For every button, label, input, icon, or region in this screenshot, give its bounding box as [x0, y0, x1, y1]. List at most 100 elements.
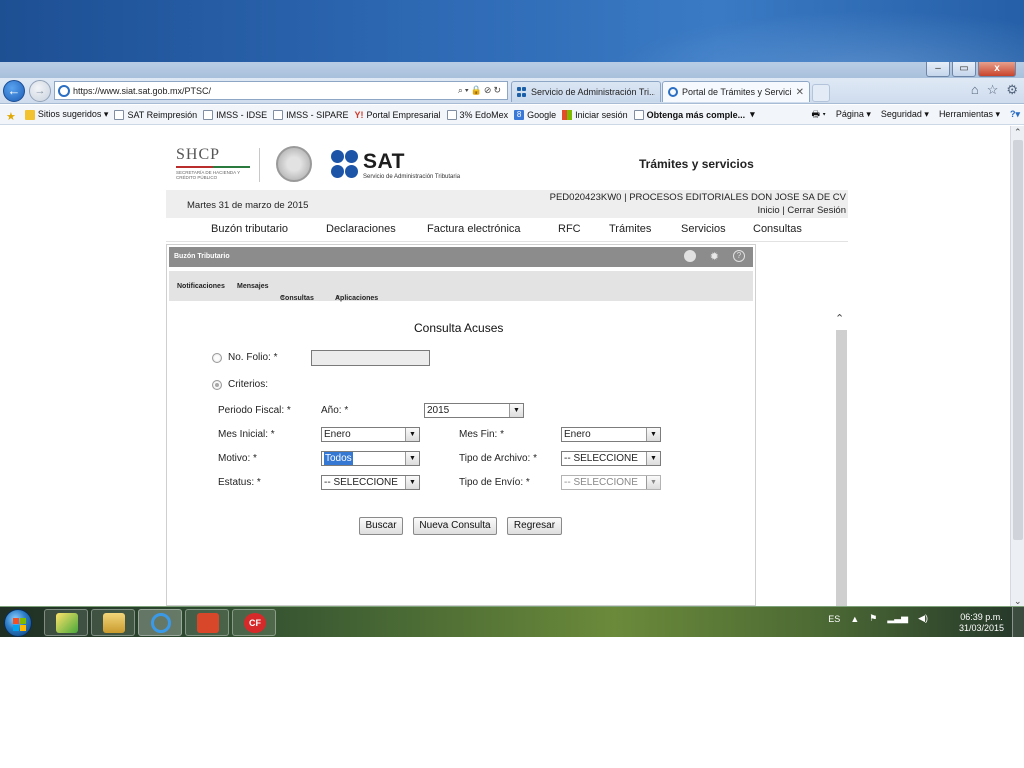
motivo-select[interactable]: Todos ▼: [321, 451, 420, 466]
volume-icon[interactable]: ◀): [918, 613, 928, 624]
menu-mensajes[interactable]: Mensajes: [237, 283, 269, 290]
taskbar-app-5[interactable]: CF: [232, 609, 276, 636]
flag-icon[interactable]: ⚑: [869, 613, 877, 624]
circle-icon[interactable]: [683, 250, 696, 262]
clock-time: 06:39 p.m.: [960, 612, 1003, 622]
security-menu[interactable]: Seguridad ▾: [881, 109, 929, 120]
clock-date: 31/03/2015: [958, 623, 1004, 633]
anio-label: Año: *: [321, 405, 349, 416]
taskbar-app-1[interactable]: [44, 609, 88, 636]
taskbar-internet-explorer[interactable]: [138, 609, 182, 636]
start-button[interactable]: [4, 609, 32, 637]
nav-servicios[interactable]: Servicios: [681, 223, 726, 235]
sat-dots-icon: [331, 150, 359, 180]
app-icon: [56, 613, 78, 633]
mes-fin-select[interactable]: Enero ▼: [561, 427, 661, 442]
buzon-panel: Buzón Tributario ✹ ? Notificaciones Mens…: [166, 244, 756, 606]
page-scrollbar[interactable]: ⌃ ⌄: [1010, 126, 1024, 610]
taskbar-explorer[interactable]: [91, 609, 135, 636]
nueva-consulta-button[interactable]: Nueva Consulta: [413, 517, 497, 535]
new-tab-button[interactable]: [812, 84, 830, 102]
mes-inicial-select[interactable]: Enero ▼: [321, 427, 420, 442]
folio-radio[interactable]: [212, 353, 222, 363]
address-bar-icons[interactable]: ⌕▾🔒⊘↻: [458, 85, 503, 96]
panel-scrollbar[interactable]: ⌃: [834, 310, 848, 610]
favorite-google[interactable]: 8 Google: [514, 109, 556, 120]
session-links[interactable]: Inicio | Cerrar Sesión: [757, 205, 846, 216]
chevron-up-icon[interactable]: ⌃: [835, 312, 844, 325]
signal-icon[interactable]: ▂▃▅: [887, 613, 908, 624]
clock[interactable]: 06:39 p.m. 31/03/2015: [959, 612, 1004, 634]
tipo-envio-select[interactable]: -- SELECCIONE ▼: [561, 475, 661, 490]
panel-header: Buzón Tributario ✹ ?: [169, 247, 753, 267]
home-icon[interactable]: ⌂: [971, 82, 979, 98]
minimize-button[interactable]: –: [926, 62, 950, 77]
nav-factura-electronica[interactable]: Factura electrónica: [427, 223, 521, 235]
gear-icon[interactable]: ✹: [710, 250, 719, 263]
national-seal-icon: [276, 146, 312, 182]
favorite-imss-sipare[interactable]: IMSS - SIPARE: [273, 109, 349, 120]
favorite-sat-reimpresion[interactable]: SAT Reimpresión: [114, 109, 197, 120]
nav-consultas[interactable]: Consultas: [753, 223, 802, 235]
taskbar-app-4[interactable]: [185, 609, 229, 636]
favorite-iniciar-sesion[interactable]: Iniciar sesión: [562, 109, 628, 120]
address-bar[interactable]: https://www.siat.sat.gob.mx/PTSC/ ⌕▾🔒⊘↻: [54, 81, 508, 100]
favorites-star-icon[interactable]: ☆: [987, 82, 999, 98]
url-text[interactable]: https://www.siat.sat.gob.mx/PTSC/: [73, 86, 458, 96]
language-indicator[interactable]: ES: [828, 614, 840, 624]
page-menu[interactable]: Página ▾: [836, 109, 871, 120]
help-icon[interactable]: ?: [733, 250, 745, 262]
nav-buzon-tributario[interactable]: Buzón tributario: [211, 223, 288, 235]
form-title: Consulta Acuses: [414, 321, 504, 335]
nav-declaraciones[interactable]: Declaraciones: [326, 223, 396, 235]
favorite-obtenga-mas[interactable]: Obtenga más comple... ▾: [633, 109, 755, 120]
current-date: Martes 31 de marzo de 2015: [187, 200, 309, 211]
nav-tramites[interactable]: Trámites: [609, 223, 651, 235]
section-title: Trámites y servicios: [639, 157, 754, 171]
chevron-down-icon: ▼: [405, 428, 419, 441]
gear-icon[interactable]: ⚙: [1006, 82, 1018, 98]
regresar-button[interactable]: Regresar: [507, 517, 562, 535]
chevron-up-icon[interactable]: ▲: [850, 614, 859, 624]
back-button[interactable]: ←: [3, 80, 25, 102]
page-icon: [114, 109, 125, 120]
help-icon[interactable]: ?▾: [1010, 109, 1020, 120]
main-navigation: Buzón tributario Declaraciones Factura e…: [166, 218, 848, 242]
estatus-select[interactable]: -- SELECCIONE ▼: [321, 475, 420, 490]
mes-fin-label: Mes Fin: *: [459, 429, 505, 440]
close-window-button[interactable]: x: [978, 62, 1016, 77]
nav-rfc[interactable]: RFC: [558, 223, 581, 235]
page-content: SHCP SECRETARÍA DE HACIENDA Y CRÉDITO PÚ…: [0, 126, 1010, 610]
ie-icon: [151, 613, 171, 633]
buscar-button[interactable]: Buscar: [359, 517, 403, 535]
favorite-edomex[interactable]: 3% EdoMex: [446, 109, 508, 120]
periodo-label: Periodo Fiscal: *: [218, 405, 291, 416]
tools-menu[interactable]: Herramientas ▾: [939, 109, 1000, 120]
forward-button[interactable]: →: [29, 80, 51, 102]
scroll-up-icon[interactable]: ⌃: [1014, 127, 1022, 138]
tab-portal-tramites[interactable]: Portal de Trámites y Servici... ✕: [662, 81, 810, 102]
google-icon: 8: [514, 109, 525, 120]
show-desktop-button[interactable]: [1012, 607, 1024, 638]
favorite-sitios-sugeridos[interactable]: Sitios sugeridos ▾: [24, 109, 108, 120]
print-icon[interactable]: 🖶 ▾: [812, 107, 826, 123]
menu-notificaciones[interactable]: Notificaciones: [177, 283, 225, 290]
cf-icon: CF: [244, 613, 266, 633]
mes-inicial-label: Mes Inicial: *: [218, 429, 275, 440]
browser-window: – ▭ x ← → https://www.siat.sat.gob.mx/PT…: [0, 62, 1024, 636]
favorite-portal-empresarial[interactable]: Y! Portal Empresarial: [355, 110, 441, 120]
tipo-archivo-select[interactable]: -- SELECCIONE ▼: [561, 451, 661, 466]
anio-select[interactable]: 2015 ▼: [424, 403, 524, 418]
close-tab-icon[interactable]: ✕: [796, 87, 804, 98]
scrollbar-thumb[interactable]: [1013, 140, 1023, 540]
ie-icon: [58, 84, 70, 97]
tab-label: Servicio de Administración Tri...: [531, 87, 655, 97]
tab-sat[interactable]: Servicio de Administración Tri...: [511, 81, 661, 102]
panel-title: Buzón Tributario: [174, 253, 230, 260]
favorite-imss-idse[interactable]: IMSS - IDSE: [203, 109, 267, 120]
folio-input[interactable]: [311, 350, 430, 366]
site-header: SHCP SECRETARÍA DE HACIENDA Y CRÉDITO PÚ…: [176, 146, 754, 182]
maximize-button[interactable]: ▭: [952, 62, 976, 77]
criterios-radio[interactable]: [212, 380, 222, 390]
favorites-star-icon[interactable]: ★: [6, 110, 19, 123]
